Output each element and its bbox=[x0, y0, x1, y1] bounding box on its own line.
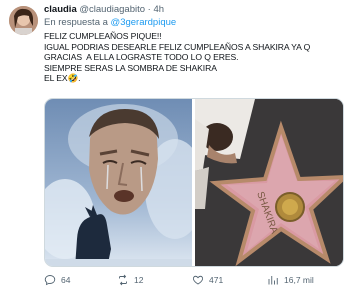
tweet-text-line: GRACIAS A ELLA LOGRASTE TODO LO Q ERES. bbox=[44, 52, 239, 63]
walk-of-fame-star-image: SHAKIRA bbox=[195, 99, 343, 266]
avatar-photo bbox=[9, 6, 38, 35]
tweet-media[interactable]: SHAKIRA bbox=[44, 98, 344, 267]
reply-mention-link[interactable]: @3gerardpique bbox=[111, 17, 177, 28]
views-chart-icon bbox=[268, 276, 278, 285]
tweet-time[interactable]: 4h bbox=[153, 4, 164, 15]
reply-icon bbox=[44, 275, 56, 286]
retweet-count: 12 bbox=[134, 275, 144, 285]
tweet-text-line: FELIZ CUMPLEAÑOS PIQUE!! bbox=[44, 31, 162, 41]
reply-prefix: En respuesta a bbox=[44, 17, 108, 28]
media-image-left[interactable] bbox=[45, 99, 205, 266]
media-image-right[interactable]: SHAKIRA bbox=[195, 99, 343, 266]
tweet-text: FELIZ CUMPLEAÑOS PIQUE!! IGUAL PODRIAS DE… bbox=[44, 31, 310, 84]
views-count: 16,7 mil bbox=[284, 275, 314, 285]
tweet-text-line: IGUAL PODRIAS DESEARLE FELIZ CUMPLEAÑOS … bbox=[44, 41, 311, 52]
separator-dot: · bbox=[147, 4, 151, 15]
tweet-actions: 64 12 471 16,7 mil bbox=[44, 273, 344, 287]
tweet-header: claudia @claudiagabito · 4h bbox=[44, 4, 164, 15]
heart-icon bbox=[192, 275, 204, 285]
avatar[interactable] bbox=[9, 6, 38, 35]
reply-context: En respuesta a @3gerardpique bbox=[44, 17, 176, 28]
like-count: 471 bbox=[209, 275, 224, 285]
reply-count: 64 bbox=[61, 275, 71, 285]
views-button[interactable]: 16,7 mil bbox=[267, 273, 314, 287]
like-button[interactable]: 471 bbox=[192, 273, 223, 287]
display-name[interactable]: claudia bbox=[44, 4, 77, 15]
retweet-icon bbox=[119, 274, 127, 286]
tweet: claudia @claudiagabito · 4h En respuesta… bbox=[0, 0, 350, 291]
user-handle[interactable]: @claudiagabito bbox=[79, 4, 145, 15]
crying-man-wolf-image bbox=[45, 99, 205, 266]
retweet-button[interactable]: 12 bbox=[117, 273, 143, 287]
tweet-text-line: SIEMPRE SERAS LA SOMBRA DE SHAKIRA bbox=[44, 62, 217, 73]
tweet-text-line: EL EX🤣. bbox=[44, 73, 81, 84]
reply-button[interactable]: 64 bbox=[44, 273, 70, 287]
